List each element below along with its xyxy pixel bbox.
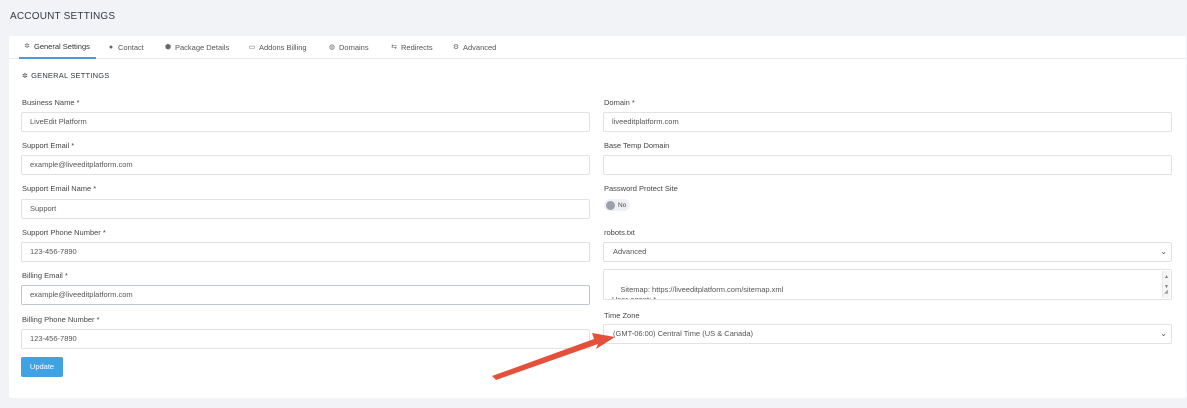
annotation-arrow	[492, 333, 615, 380]
arrow-shape	[492, 333, 615, 380]
